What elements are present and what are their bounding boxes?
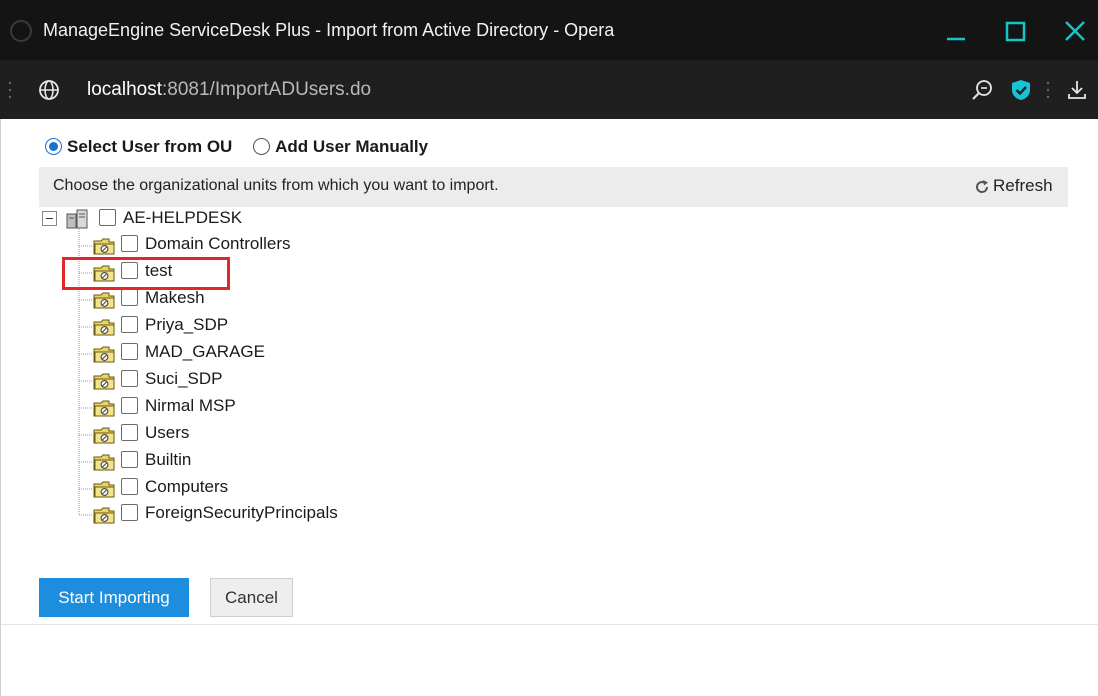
download-icon[interactable] [1065,78,1089,102]
root-label[interactable]: AE-HELPDESK [123,208,242,228]
ou-label[interactable]: ForeignSecurityPrincipals [145,503,338,523]
url-path: :8081/ImportADUsers.do [162,79,372,100]
maximize-button[interactable] [998,14,1034,50]
ou-folder-icon [93,265,115,282]
start-importing-button[interactable]: Start Importing [39,578,189,617]
ou-tree: AE-HELPDESK Domain Controllers test Makesh… [1,119,601,539]
ou-checkbox[interactable] [121,262,138,279]
ou-folder-icon [93,319,115,336]
ou-checkbox[interactable] [121,478,138,495]
ou-folder-icon [93,346,115,363]
close-button[interactable] [1058,14,1094,50]
ou-folder-icon [93,454,115,471]
ou-checkbox[interactable] [121,235,138,252]
minimize-button[interactable] [938,14,974,50]
ou-checkbox[interactable] [121,451,138,468]
ou-label[interactable]: Makesh [145,288,205,308]
ou-folder-icon [93,400,115,417]
ou-label[interactable]: Suci_SDP [145,369,222,389]
ou-folder-icon [93,238,115,255]
window-title: ManageEngine ServiceDesk Plus - Import f… [43,20,615,40]
maximize-icon [1005,21,1026,42]
url-host: localhost [87,79,162,100]
close-icon [1065,21,1085,41]
ou-folder-icon [93,292,115,309]
ou-checkbox[interactable] [121,289,138,306]
ou-folder-icon [93,481,115,498]
minimize-icon [947,37,965,41]
ou-checkbox[interactable] [121,424,138,441]
ou-label[interactable]: Users [145,423,189,443]
ou-label[interactable]: Builtin [145,450,191,470]
ou-label[interactable]: MAD_GARAGE [145,342,265,362]
ou-folder-icon [93,427,115,444]
ou-label[interactable]: Computers [145,477,228,497]
ou-label[interactable]: Priya_SDP [145,315,228,335]
ou-checkbox[interactable] [121,343,138,360]
ou-label[interactable]: test [145,261,172,281]
ou-checkbox[interactable] [121,504,138,521]
refresh-button[interactable]: Refresh [974,176,1053,196]
refresh-label: Refresh [993,176,1053,195]
cancel-button[interactable]: Cancel [210,578,293,617]
drag-handle-icon [8,81,12,99]
server-icon [66,209,88,229]
ou-checkbox[interactable] [121,370,138,387]
ou-checkbox[interactable] [121,397,138,414]
ou-checkbox[interactable] [121,316,138,333]
separator-icon [1046,81,1050,99]
opera-app-icon [10,20,32,42]
globe-icon[interactable] [37,78,61,102]
ou-folder-icon [93,373,115,390]
ou-label[interactable]: Nirmal MSP [145,396,236,416]
zoom-icon[interactable] [970,78,994,102]
address-bar: localhost:8081/ImportADUsers.do [0,60,1098,119]
footer-divider [1,624,1098,625]
tree-connector-lines [78,219,93,516]
import-dialog: Select User from OU Add User Manually Ch… [0,119,1098,696]
url-field[interactable]: localhost:8081/ImportADUsers.do [87,79,371,101]
refresh-icon [976,179,989,193]
ou-folder-icon [93,507,115,524]
root-checkbox[interactable] [99,209,116,226]
ou-label[interactable]: Domain Controllers [145,234,291,254]
collapse-toggle[interactable] [42,211,57,226]
window-titlebar: ManageEngine ServiceDesk Plus - Import f… [0,0,1098,60]
shield-icon[interactable] [1009,78,1033,102]
